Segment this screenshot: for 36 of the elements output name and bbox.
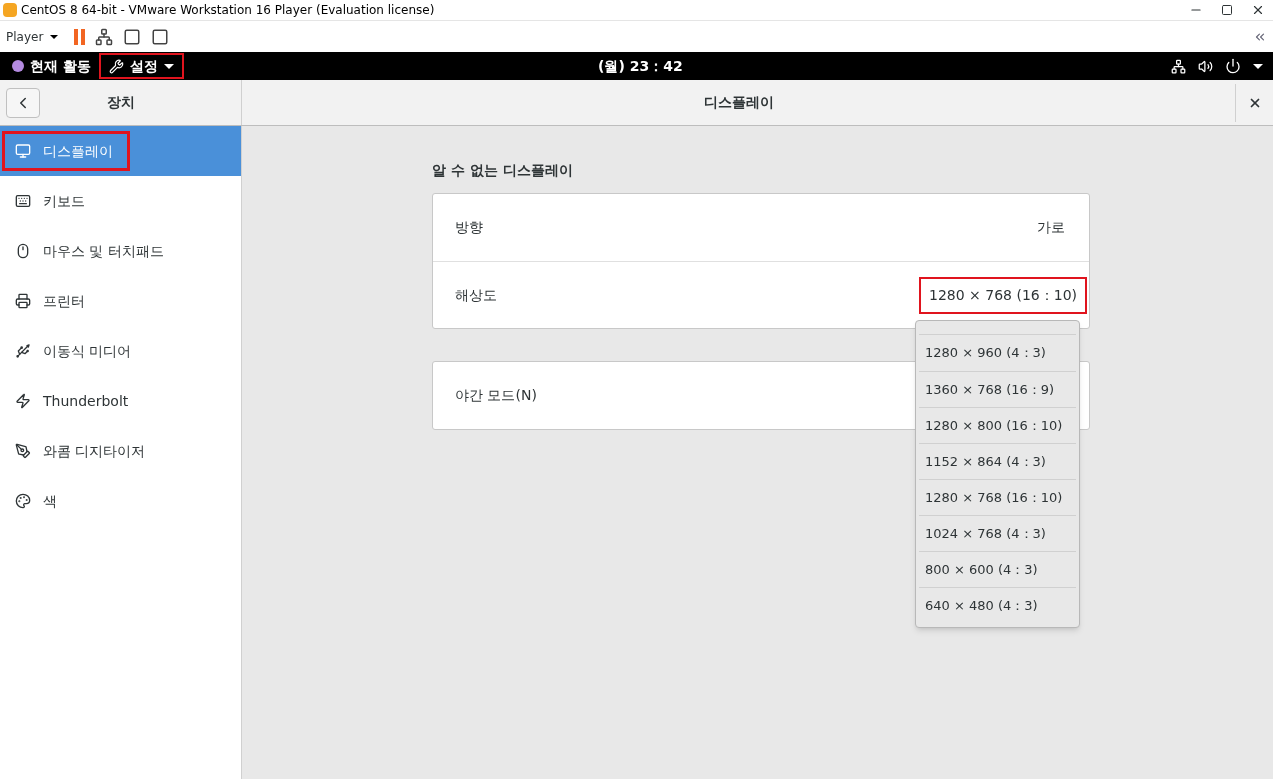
palette-icon bbox=[15, 493, 31, 509]
resolution-option[interactable]: 1152 × 864 (4：3) bbox=[919, 443, 1076, 479]
close-icon[interactable] bbox=[1251, 3, 1265, 17]
row-value: 1280 × 768 (16：10) bbox=[919, 276, 1087, 314]
printer-icon bbox=[15, 293, 31, 309]
monitor-icon bbox=[15, 143, 31, 159]
lightning-icon bbox=[15, 393, 31, 409]
caret-icon[interactable] bbox=[1253, 63, 1263, 69]
resolution-option[interactable]: 1024 × 768 (4：3) bbox=[919, 515, 1076, 551]
resolution-option[interactable]: 640 × 480 (4：3) bbox=[919, 587, 1076, 623]
pause-icon[interactable] bbox=[74, 28, 86, 45]
tools-icon bbox=[108, 58, 124, 74]
settings-row[interactable]: 방향 가로 bbox=[433, 194, 1089, 261]
caret-icon bbox=[50, 34, 59, 39]
power-icon[interactable] bbox=[1225, 58, 1241, 74]
activities-button[interactable]: 현재 활동 bbox=[0, 55, 99, 77]
clock[interactable]: (월) 23：42 bbox=[598, 55, 683, 77]
maximize-icon[interactable] bbox=[1221, 4, 1233, 16]
caret-icon bbox=[163, 63, 174, 69]
pen-icon bbox=[15, 443, 31, 459]
app-logo-icon bbox=[3, 3, 17, 17]
keyboard-icon bbox=[15, 193, 31, 209]
group-title: 알 수 없는 디스플레이 bbox=[432, 161, 574, 180]
resolution-option[interactable]: 1360 × 768 (16：9) bbox=[919, 371, 1076, 407]
sidebar-title: 장치 bbox=[106, 93, 135, 112]
usb-icon bbox=[15, 343, 31, 359]
resolution-option[interactable]: 1280 × 768 (16：10) bbox=[919, 479, 1076, 515]
resolution-option[interactable]: 800 × 600 (4：3) bbox=[919, 551, 1076, 587]
panel-title: 디스플레이 bbox=[703, 93, 774, 112]
mouse-icon bbox=[15, 243, 31, 259]
window-title: CentOS 8 64-bit - VMware Workstation 16 Player (Evaluation license) bbox=[21, 2, 435, 19]
player-menu[interactable]: Player bbox=[6, 27, 59, 46]
volume-icon[interactable] bbox=[1198, 58, 1213, 74]
resolution-option[interactable]: 1280 × 800 (16：10) bbox=[919, 407, 1076, 443]
row-value: 가로 bbox=[1036, 218, 1066, 237]
network-icon[interactable] bbox=[1171, 58, 1186, 74]
